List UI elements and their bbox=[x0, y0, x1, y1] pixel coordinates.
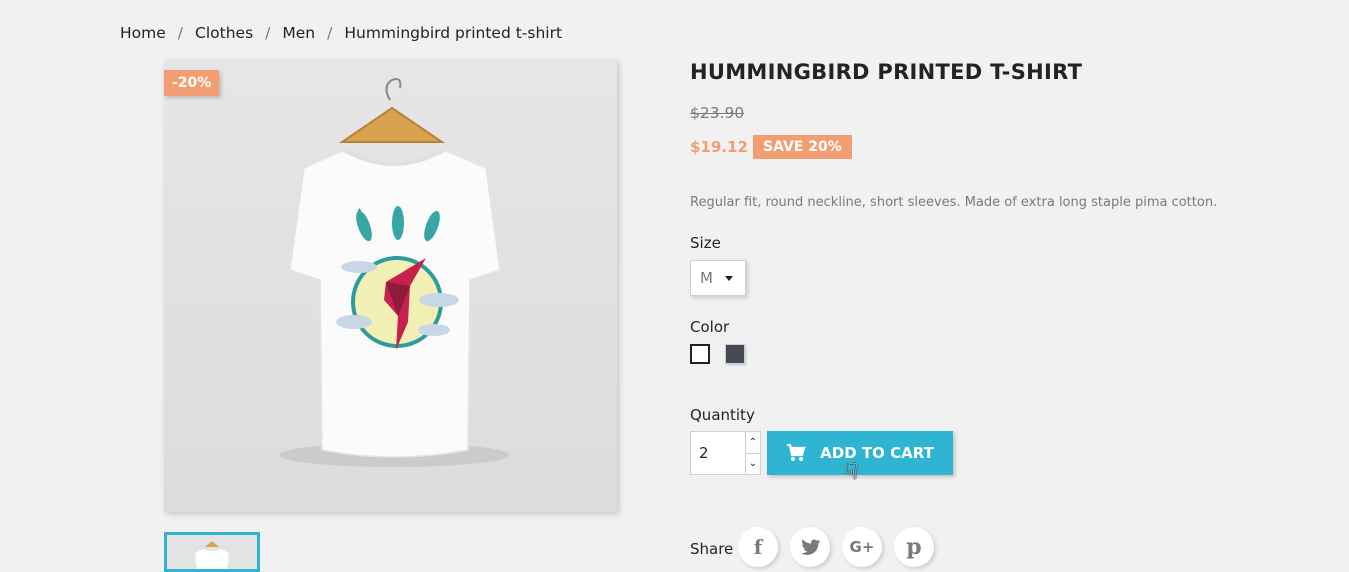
quantity-increase-button[interactable]: ⌃ bbox=[746, 432, 760, 454]
twitter-icon bbox=[801, 539, 820, 555]
regular-price: $23.90 bbox=[690, 104, 745, 122]
breadcrumb: Home / Clothes / Men / Hummingbird print… bbox=[120, 24, 562, 42]
breadcrumb-home[interactable]: Home bbox=[120, 24, 166, 42]
quantity-decrease-button[interactable]: ⌄ bbox=[746, 454, 760, 475]
quantity-stepper: ⌃ ⌄ bbox=[690, 431, 761, 475]
tshirt-illustration bbox=[279, 78, 509, 467]
share-label: Share bbox=[690, 540, 734, 558]
discount-flag: -20% bbox=[164, 70, 220, 96]
color-swatch-white[interactable] bbox=[690, 344, 710, 364]
facebook-icon: f bbox=[753, 535, 763, 559]
chevron-up-icon: ⌃ bbox=[748, 436, 758, 448]
product-description: Regular fit, round neckline, short sleev… bbox=[690, 195, 1218, 210]
size-label: Size bbox=[690, 234, 721, 252]
cart-icon bbox=[787, 444, 806, 461]
product-thumbnail[interactable] bbox=[164, 532, 260, 572]
quantity-input[interactable] bbox=[691, 432, 745, 474]
quantity-label: Quantity bbox=[690, 406, 755, 424]
pinterest-share-button[interactable]: p bbox=[894, 527, 934, 567]
breadcrumb-separator: / bbox=[177, 24, 184, 42]
chevron-down-icon bbox=[725, 276, 733, 281]
add-to-cart-button[interactable]: ADD TO CART bbox=[767, 431, 953, 475]
current-price: $19.12 bbox=[690, 138, 748, 156]
google-plus-share-button[interactable]: G+ bbox=[842, 527, 882, 567]
pinterest-icon: p bbox=[906, 534, 922, 560]
size-select[interactable]: M bbox=[690, 260, 746, 296]
breadcrumb-clothes[interactable]: Clothes bbox=[195, 24, 253, 42]
save-badge: SAVE 20% bbox=[753, 135, 852, 159]
add-to-cart-label: ADD TO CART bbox=[820, 444, 934, 462]
product-cover-image[interactable] bbox=[164, 60, 617, 512]
facebook-share-button[interactable]: f bbox=[738, 527, 778, 567]
color-swatch-grey[interactable] bbox=[725, 344, 745, 364]
google-plus-icon: G+ bbox=[849, 538, 875, 556]
size-select-value: M bbox=[700, 269, 713, 287]
hand-cursor-icon: ☟ bbox=[845, 460, 859, 485]
breadcrumb-separator: / bbox=[327, 24, 333, 42]
thumbnail-image bbox=[195, 541, 229, 569]
twitter-share-button[interactable] bbox=[790, 527, 830, 567]
breadcrumb-current: Hummingbird printed t-shirt bbox=[344, 24, 563, 42]
breadcrumb-men[interactable]: Men bbox=[282, 24, 315, 42]
product-title: Hummingbird printed t-shirt bbox=[690, 60, 1083, 84]
color-label: Color bbox=[690, 318, 730, 336]
chevron-down-icon: ⌄ bbox=[748, 458, 758, 470]
breadcrumb-separator: / bbox=[265, 24, 271, 42]
